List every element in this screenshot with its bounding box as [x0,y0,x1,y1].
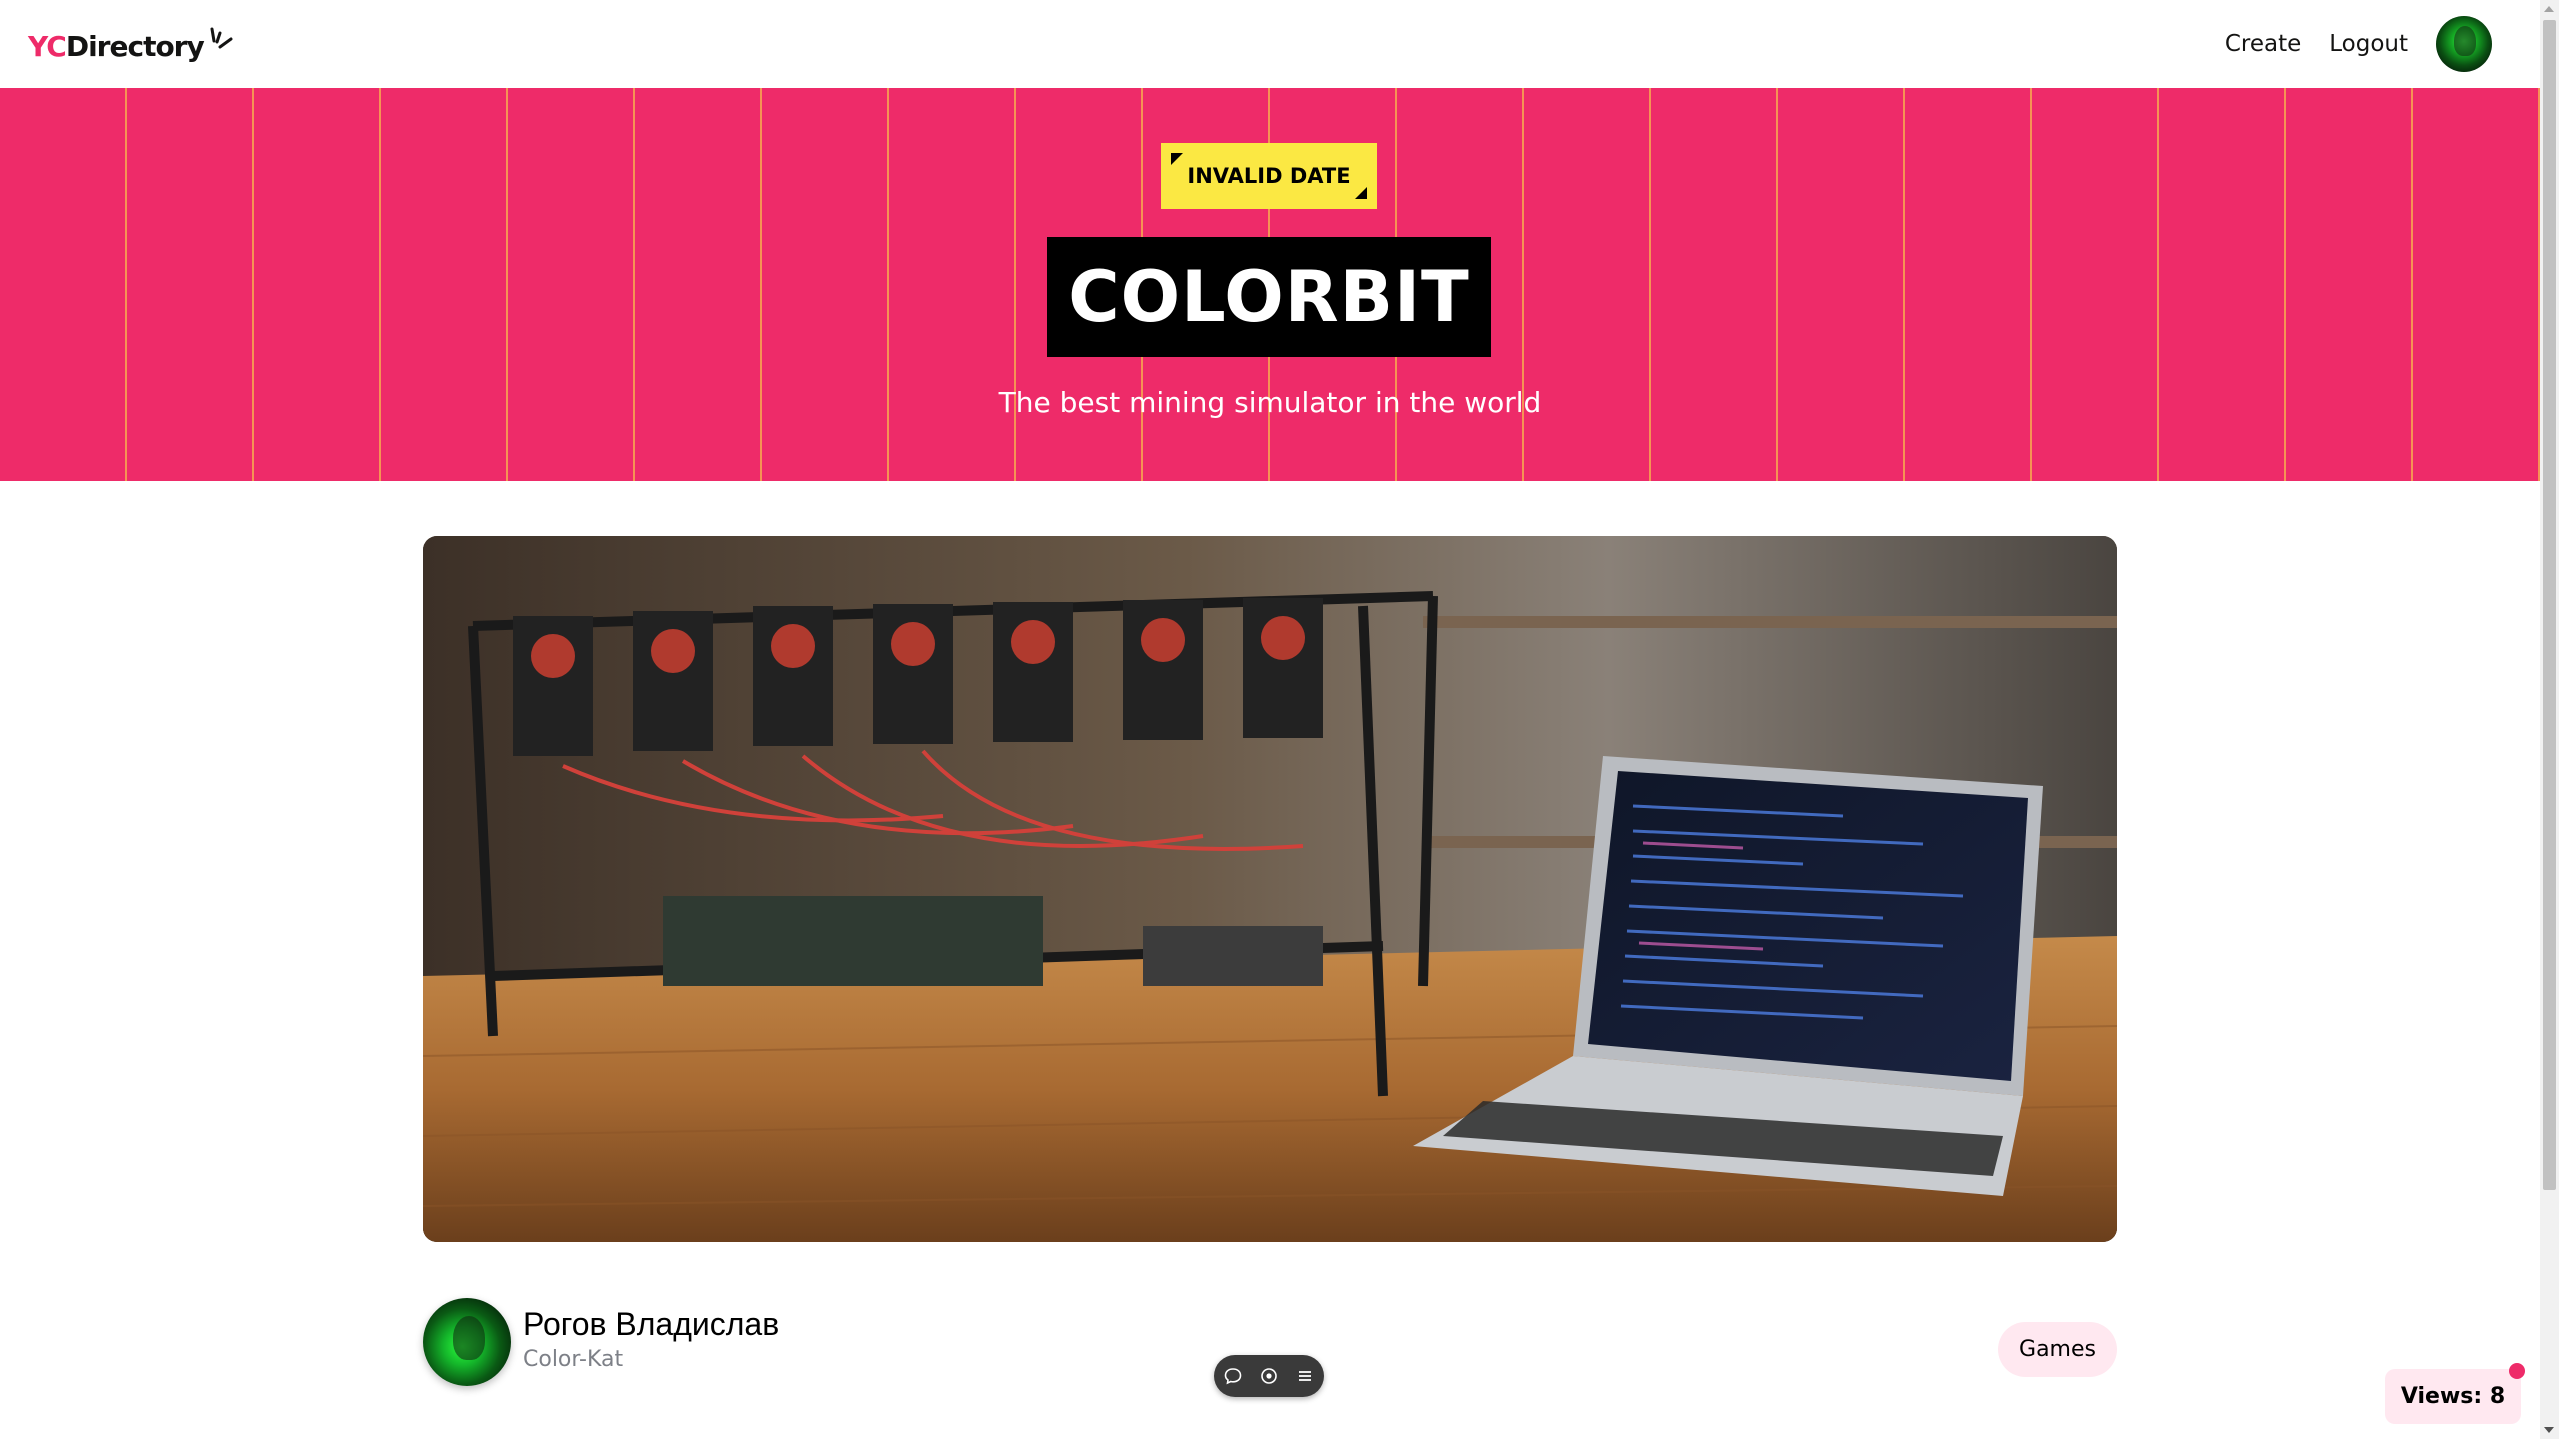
mining-rig-photo [423,536,2117,1242]
startup-title: COLORBIT [1047,237,1491,357]
author-link[interactable]: Рогов Владислав Color-Kat [423,1297,779,1387]
menu-icon[interactable] [1295,1366,1315,1386]
scroll-down-icon[interactable] [2544,1427,2554,1433]
logout-button[interactable]: Logout [2329,31,2408,57]
vertical-scrollbar[interactable] [2540,0,2559,1439]
author-avatar[interactable] [423,1298,511,1386]
logo-link[interactable]: YC Directory [28,27,236,64]
user-avatar[interactable] [2436,16,2492,72]
comment-icon[interactable] [1223,1366,1243,1386]
logo-directory: Directory [65,29,205,63]
tag-corner-top-left [1171,153,1183,165]
views-badge: Views: 8 [2385,1363,2525,1424]
date-tag: INVALID DATE [1161,143,1377,209]
startup-subtitle: The best mining simulator in the world [998,386,1542,419]
eye-icon[interactable] [1259,1366,1279,1386]
author-name[interactable]: Рогов Владислав [523,1306,779,1343]
views-label: Views: 8 [2400,1384,2506,1409]
startup-image [423,536,2117,1242]
category-badge[interactable]: Games [1998,1322,2117,1377]
spark-icon [210,27,233,49]
hero-banner: INVALID DATE COLORBIT The best mining si… [0,88,2540,481]
author-info: Рогов Владислав Color-Kat [523,1306,779,1372]
nav-links: Create Logout [2225,14,2492,74]
scrollbar-thumb[interactable] [2543,20,2556,1190]
floating-toolbar [1214,1355,1324,1397]
navbar: YC Directory Create Logout [0,0,2540,88]
scroll-up-icon[interactable] [2544,6,2554,12]
date-tag-label: INVALID DATE [1187,164,1351,188]
tag-corner-bottom-right [1355,187,1367,199]
create-link[interactable]: Create [2225,31,2301,57]
author-handle: Color-Kat [523,1347,624,1372]
logo-yc: YC [28,29,67,63]
ping-dot [2509,1363,2525,1379]
